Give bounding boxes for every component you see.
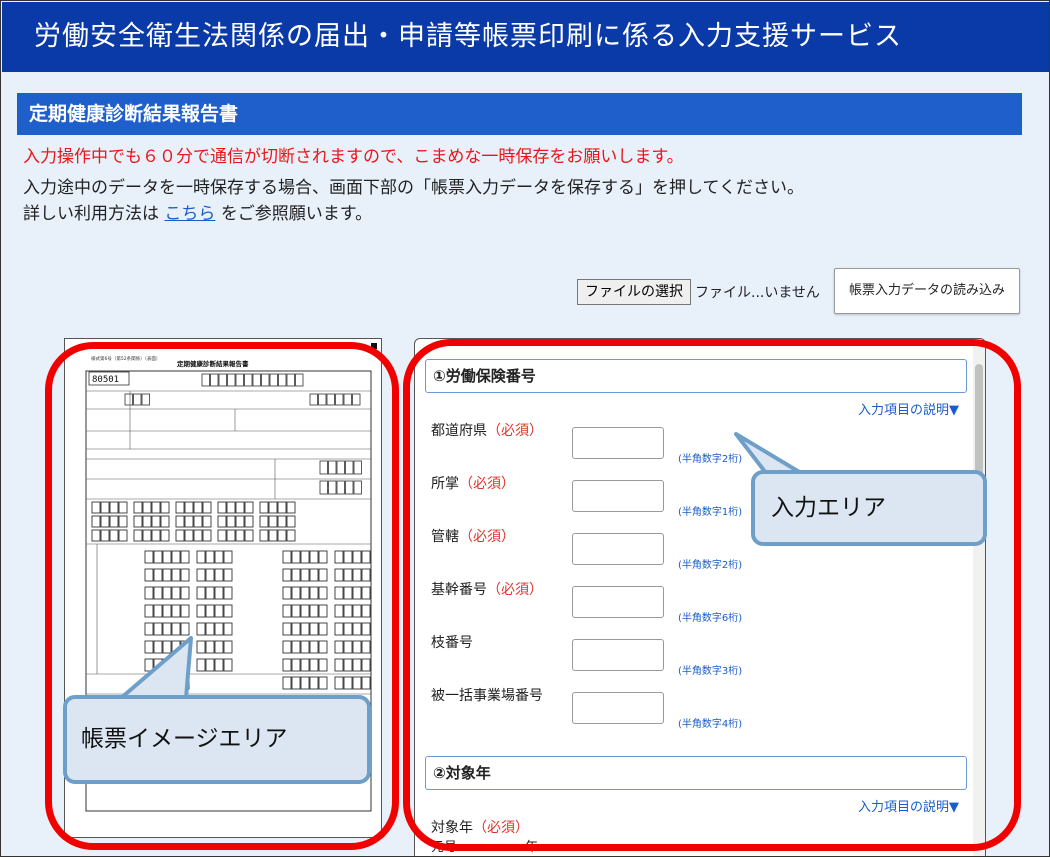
usage-suffix: をご参照願います。 bbox=[220, 204, 373, 224]
file-status-text: ファイル...いません bbox=[695, 285, 820, 301]
input-area-highlight bbox=[403, 339, 1021, 851]
usage-guide-text: 詳しい利用方法は こちら をご参照願います。 bbox=[23, 199, 372, 224]
file-picker: ファイルの選択 ファイル...いません bbox=[577, 278, 820, 306]
doc-area-callout: 帳票イメージエリア bbox=[63, 695, 371, 784]
load-input-data-button[interactable]: 帳票入力データの読み込み bbox=[834, 268, 1020, 314]
site-header: 労働安全衛生法関係の届出・申請等帳票印刷に係る入力支援サービス bbox=[2, 2, 1049, 72]
usage-guide-link[interactable]: こちら bbox=[164, 204, 215, 224]
timeout-warning: 入力操作中でも６０分で通信が切断されますので、こまめな一時保存をお願いします。 bbox=[23, 147, 684, 167]
form-title-bar: 定期健康診断結果報告書 bbox=[17, 93, 1022, 135]
app-frame: 労働安全衛生法関係の届出・申請等帳票印刷に係る入力支援サービス 定期健康診断結果… bbox=[0, 0, 1050, 857]
choose-file-button[interactable]: ファイルの選択 bbox=[577, 279, 691, 305]
usage-prefix: 詳しい利用方法は bbox=[23, 204, 159, 224]
input-area-callout: 入力エリア bbox=[751, 470, 987, 546]
save-instructions: 入力途中のデータを一時保存する場合、画面下部の「帳票入力データを保存する」を押し… bbox=[23, 178, 804, 198]
